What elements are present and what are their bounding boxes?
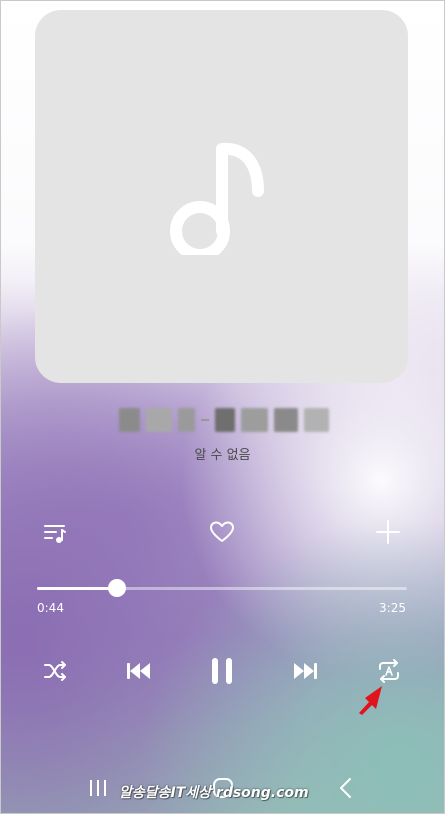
artist-name: 알 수 없음	[194, 448, 251, 463]
seek-bar-progress	[37, 587, 117, 590]
seek-bar[interactable]	[37, 579, 407, 597]
plus-icon[interactable]	[374, 518, 402, 546]
repeat-a-icon[interactable]	[374, 656, 404, 686]
back-icon[interactable]	[333, 775, 359, 801]
total-duration: 3:25	[379, 601, 406, 615]
recent-apps-icon[interactable]	[85, 775, 111, 801]
annotation-arrow-icon	[356, 684, 386, 720]
shuffle-icon[interactable]	[41, 657, 69, 685]
seek-bar-thumb[interactable]	[107, 579, 126, 597]
music-player-screen: 알 수 없음 0:44 3:25 알송달송IT세상 rdsong.com	[0, 0, 445, 814]
heart-icon[interactable]	[208, 518, 236, 546]
elapsed-time: 0:44	[37, 601, 64, 615]
playlist-icon[interactable]	[41, 519, 69, 547]
watermark-text: 알송달송IT세상 rdsong.com	[119, 785, 309, 801]
skip-previous-icon[interactable]	[123, 657, 153, 685]
skip-next-icon[interactable]	[291, 657, 321, 685]
album-art	[35, 10, 408, 383]
pause-icon[interactable]	[206, 653, 238, 689]
song-title	[119, 405, 329, 435]
music-note-icon	[162, 135, 282, 261]
